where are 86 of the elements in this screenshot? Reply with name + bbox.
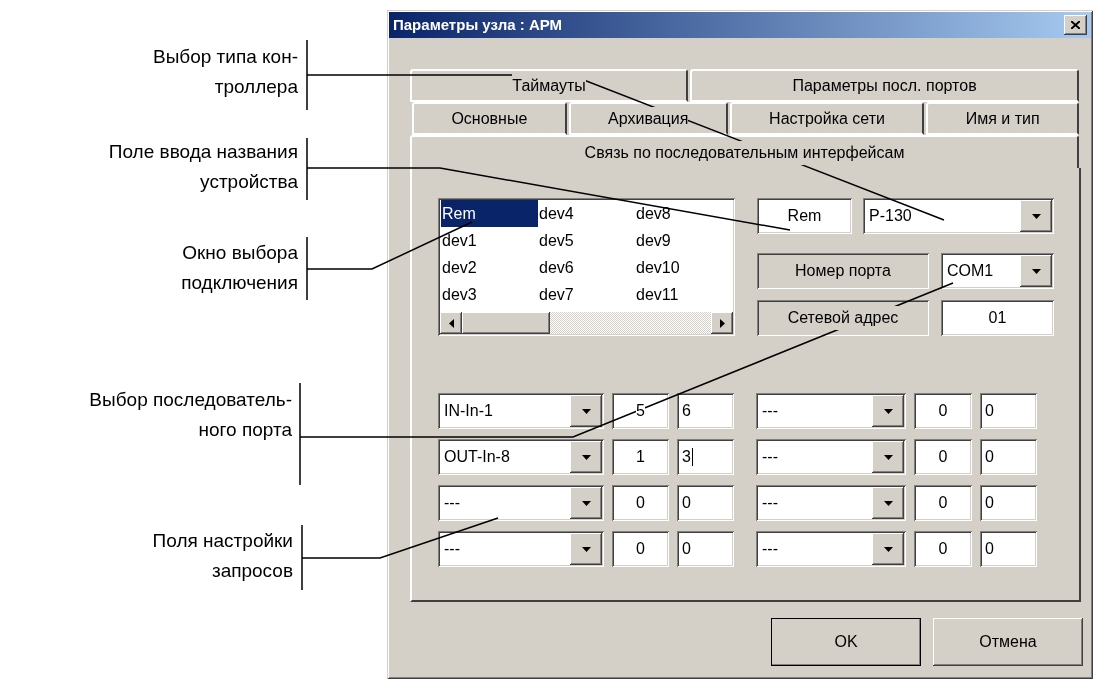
number-field[interactable]: 0 <box>980 531 1037 567</box>
left-arrow-icon <box>448 318 454 328</box>
window-title: Параметры узла : АРМ <box>393 14 563 35</box>
number-field[interactable]: 1 <box>612 439 669 475</box>
caret-icon <box>883 408 893 414</box>
dropdown-button[interactable] <box>872 533 904 565</box>
number-field[interactable]: 0 <box>612 531 669 567</box>
list-item[interactable]: dev9 <box>635 227 732 254</box>
callout-text: Поле ввода названия устройства <box>108 140 298 194</box>
right-arrow-icon <box>719 318 725 328</box>
list-item[interactable]: dev11 <box>635 281 732 308</box>
tab[interactable]: Параметры посл. портов <box>690 69 1079 102</box>
number-field[interactable]: 3 <box>677 439 734 475</box>
caret-icon <box>883 454 893 460</box>
callout-text: Выбор типа кон- троллера <box>153 45 298 99</box>
dropdown[interactable]: IN-In-1 <box>438 393 604 429</box>
caret-icon <box>1031 268 1041 274</box>
caret-icon <box>883 546 893 552</box>
list-item[interactable]: dev1 <box>441 227 538 254</box>
caret-icon <box>581 546 591 552</box>
number-field[interactable]: 0 <box>612 485 669 521</box>
dropdown-button[interactable] <box>570 395 602 427</box>
scroll-thumb[interactable] <box>462 312 550 334</box>
field-label: Сетевой адрес <box>757 300 929 336</box>
tab[interactable]: Основные <box>412 102 567 135</box>
dropdown[interactable]: P-130 <box>863 198 1054 234</box>
callout-text: Окно выбора подключения <box>181 241 298 295</box>
number-field[interactable]: 6 <box>677 393 734 429</box>
dropdown-button[interactable] <box>570 533 602 565</box>
caret-icon <box>581 454 591 460</box>
dialog-button[interactable]: OK <box>771 618 921 666</box>
number-field[interactable]: 0 <box>914 485 972 521</box>
caret-icon <box>883 500 893 506</box>
dropdown[interactable]: COM1 <box>941 253 1054 289</box>
number-field[interactable]: 0 <box>980 439 1037 475</box>
dropdown[interactable]: --- <box>756 531 906 567</box>
tab[interactable]: Связь по последовательным интерфейсам <box>410 135 1079 168</box>
tab[interactable]: Таймауты <box>410 69 689 102</box>
list-item[interactable]: dev3 <box>441 281 538 308</box>
list-item[interactable]: dev10 <box>635 254 732 281</box>
name-field[interactable]: Rem <box>757 198 852 234</box>
dropdown[interactable]: --- <box>756 393 906 429</box>
list-item[interactable]: dev4 <box>538 200 635 227</box>
dropdown-button[interactable] <box>872 487 904 519</box>
address-field[interactable]: 01 <box>941 300 1054 336</box>
number-field[interactable]: 0 <box>914 393 972 429</box>
device-list[interactable]: Rem dev1 dev2 dev3 dev4 dev5 dev6 dev7 dev8 dev9 dev10 dev11 <box>438 198 735 336</box>
number-field[interactable]: 0 <box>914 439 972 475</box>
dropdown-button[interactable] <box>1020 200 1052 232</box>
list-item[interactable]: dev2 <box>441 254 538 281</box>
scroll-left-button[interactable] <box>440 312 462 334</box>
number-field[interactable]: 0 <box>677 531 734 567</box>
close-icon <box>1071 21 1080 29</box>
dropdown-button[interactable] <box>570 487 602 519</box>
dialog-button[interactable]: Отмена <box>933 618 1083 666</box>
callout-text: Поля настройки запросов <box>152 529 293 583</box>
dropdown[interactable]: --- <box>756 439 906 475</box>
dropdown[interactable]: --- <box>438 485 604 521</box>
dropdown-button[interactable] <box>872 441 904 473</box>
list-item[interactable]: dev6 <box>538 254 635 281</box>
number-field[interactable]: 0 <box>677 485 734 521</box>
number-field[interactable]: 5 <box>612 393 669 429</box>
list-item[interactable]: dev5 <box>538 227 635 254</box>
tab[interactable]: Имя и тип <box>926 102 1079 135</box>
close-button[interactable] <box>1064 15 1087 35</box>
field-label: Номер порта <box>757 253 929 289</box>
caret-icon <box>581 500 591 506</box>
caret-icon <box>1031 213 1041 219</box>
number-field[interactable]: 0 <box>914 531 972 567</box>
scroll-right-button[interactable] <box>711 312 733 334</box>
caret-icon <box>581 408 591 414</box>
tab[interactable]: Архивация <box>568 102 728 135</box>
dropdown[interactable]: --- <box>756 485 906 521</box>
scrollbar[interactable] <box>440 312 733 334</box>
dropdown-button[interactable] <box>872 395 904 427</box>
number-field[interactable]: 0 <box>980 393 1037 429</box>
dropdown[interactable]: --- <box>438 531 604 567</box>
dropdown[interactable]: OUT-In-8 <box>438 439 604 475</box>
callout-text: Выбор последователь- ного порта <box>89 388 292 442</box>
list-item[interactable]: dev8 <box>635 200 732 227</box>
tab[interactable]: Настройка сети <box>729 102 925 135</box>
dropdown-button[interactable] <box>570 441 602 473</box>
dropdown-button[interactable] <box>1020 255 1052 287</box>
list-item[interactable]: dev7 <box>538 281 635 308</box>
number-field[interactable]: 0 <box>980 485 1037 521</box>
list-item[interactable]: Rem <box>441 200 538 227</box>
